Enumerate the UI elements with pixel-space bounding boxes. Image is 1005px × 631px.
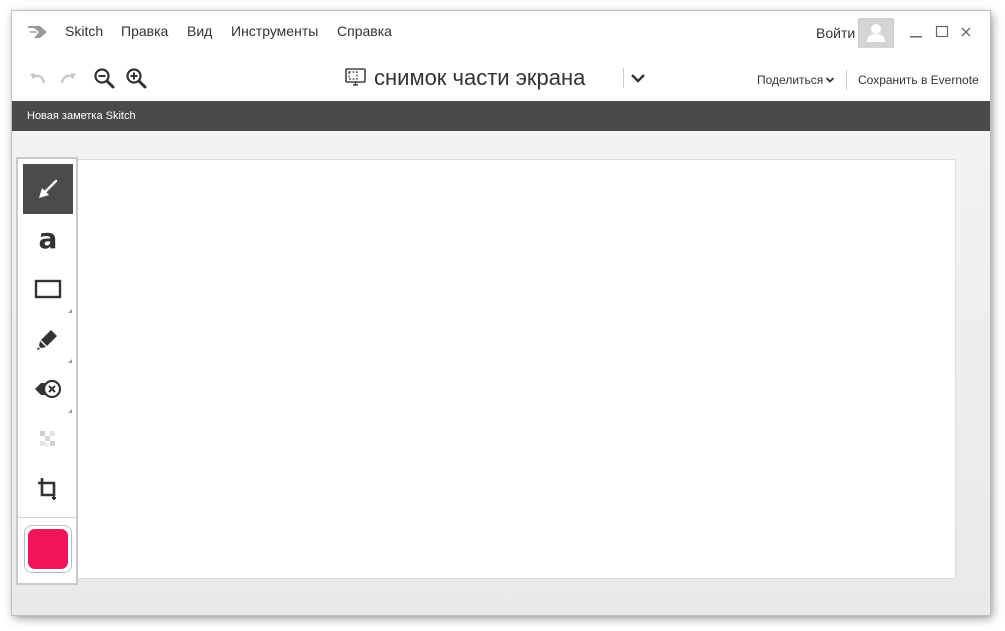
tool-arrow[interactable] [23, 164, 73, 214]
menu-view[interactable]: Вид [187, 23, 212, 39]
menu-bar: Skitch Правка Вид Инструменты Справка Во… [12, 11, 990, 55]
workspace: a [12, 131, 990, 615]
redo-icon[interactable] [57, 68, 79, 90]
tool-options-indicator [68, 359, 72, 363]
tool-stamp[interactable] [23, 364, 73, 414]
color-picker[interactable] [24, 525, 72, 573]
zoom-out-icon[interactable] [93, 67, 115, 89]
current-color-swatch [28, 529, 68, 569]
skitch-logo-icon [28, 26, 47, 38]
tool-crop[interactable] [23, 464, 73, 514]
share-button[interactable]: Поделиться [757, 73, 823, 87]
toolbar: снимок части экрана Поделиться Сохранить… [12, 55, 990, 101]
crop-icon [38, 478, 56, 500]
tool-palette: a [16, 157, 78, 585]
share-chevron-icon[interactable] [825, 75, 835, 85]
user-icon [867, 24, 885, 42]
menu-edit[interactable]: Правка [121, 23, 168, 39]
close-icon[interactable] [958, 23, 974, 41]
undo-icon[interactable] [27, 68, 49, 90]
document-title[interactable]: снимок части экрана [374, 65, 585, 91]
stamp-icon [35, 379, 62, 399]
tool-text[interactable]: a [23, 214, 73, 264]
minimize-icon[interactable] [908, 23, 924, 41]
text-icon: a [38, 222, 58, 255]
login-link[interactable]: Войти [816, 25, 855, 41]
note-bar: Новая заметка Skitch [12, 101, 990, 131]
toolbar-divider [846, 70, 847, 90]
note-title[interactable]: Новая заметка Skitch [27, 110, 136, 122]
palette-divider [18, 517, 76, 518]
tool-options-indicator [68, 409, 72, 413]
marker-icon [37, 330, 57, 350]
zoom-in-icon[interactable] [125, 67, 147, 89]
tool-options-indicator [68, 309, 72, 313]
chevron-down-icon[interactable] [629, 69, 647, 87]
drawing-canvas[interactable] [76, 159, 956, 579]
pixelate-icon [40, 431, 55, 447]
avatar[interactable] [858, 18, 894, 48]
save-to-evernote-button[interactable]: Сохранить в Evernote [858, 73, 979, 87]
title-divider [623, 68, 624, 88]
rectangle-icon [34, 279, 62, 299]
tool-pixelate[interactable] [23, 414, 73, 464]
menu-help[interactable]: Справка [337, 23, 392, 39]
app-window: Skitch Правка Вид Инструменты Справка Во… [12, 11, 990, 615]
tool-marker[interactable] [23, 314, 73, 364]
menu-tools[interactable]: Инструменты [231, 23, 318, 39]
arrow-icon [39, 179, 58, 198]
maximize-icon[interactable] [934, 23, 950, 41]
screen-capture-icon [345, 68, 366, 86]
menu-skitch[interactable]: Skitch [65, 23, 103, 39]
tool-rectangle[interactable] [23, 264, 73, 314]
